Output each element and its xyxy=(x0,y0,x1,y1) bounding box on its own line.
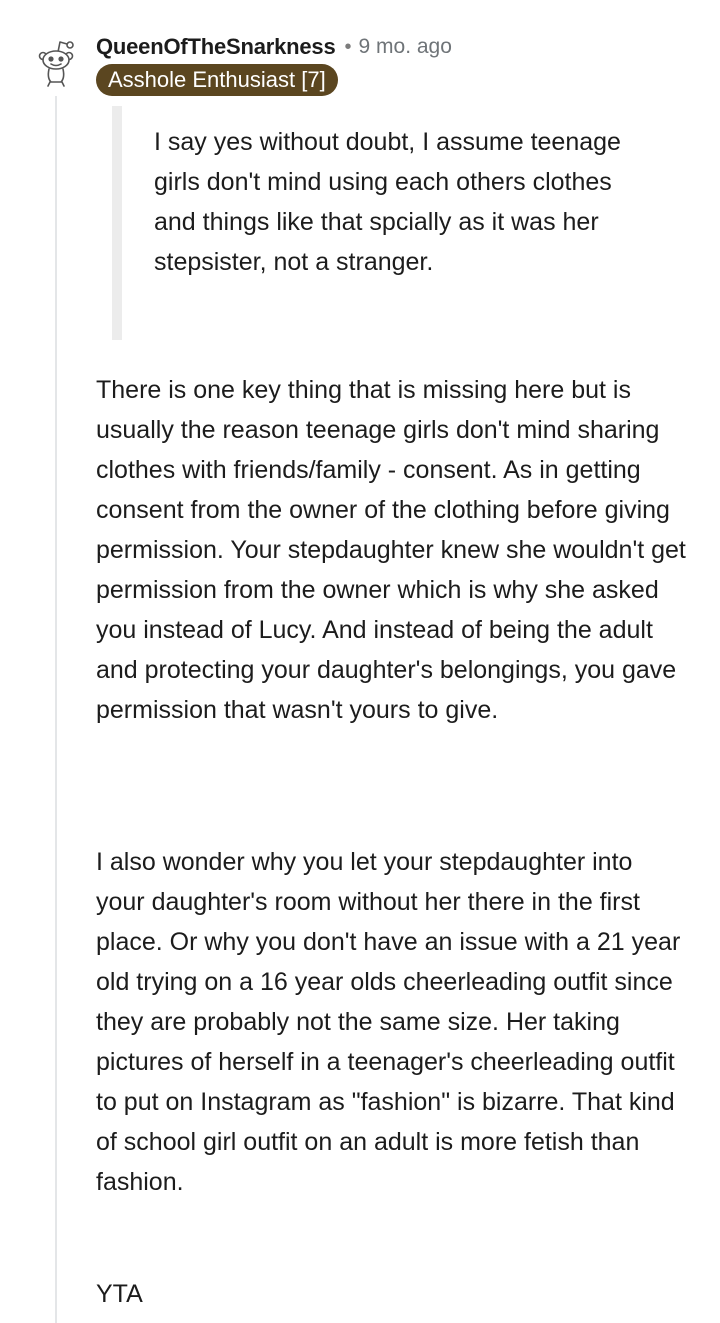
blockquote-bar xyxy=(112,106,122,340)
comment-paragraph: There is one key thing that is missing h… xyxy=(96,376,686,724)
meta-separator: • xyxy=(344,35,352,58)
comment-thread-line[interactable] xyxy=(55,96,57,1323)
username[interactable]: QueenOfTheSnarkness xyxy=(96,34,336,60)
comment-header: QueenOfTheSnarkness • 9 mo. ago xyxy=(96,32,452,62)
comment-paragraph: I also wonder why you let your stepdaugh… xyxy=(96,848,681,1196)
comment-verdict: YTA xyxy=(96,1280,143,1308)
blockquote-text: I say yes without doubt, I assume teenag… xyxy=(154,128,621,276)
user-flair: Asshole Enthusiast [7] xyxy=(96,64,338,96)
snoo-avatar-icon[interactable] xyxy=(34,36,78,88)
timestamp[interactable]: 9 mo. ago xyxy=(359,35,452,59)
